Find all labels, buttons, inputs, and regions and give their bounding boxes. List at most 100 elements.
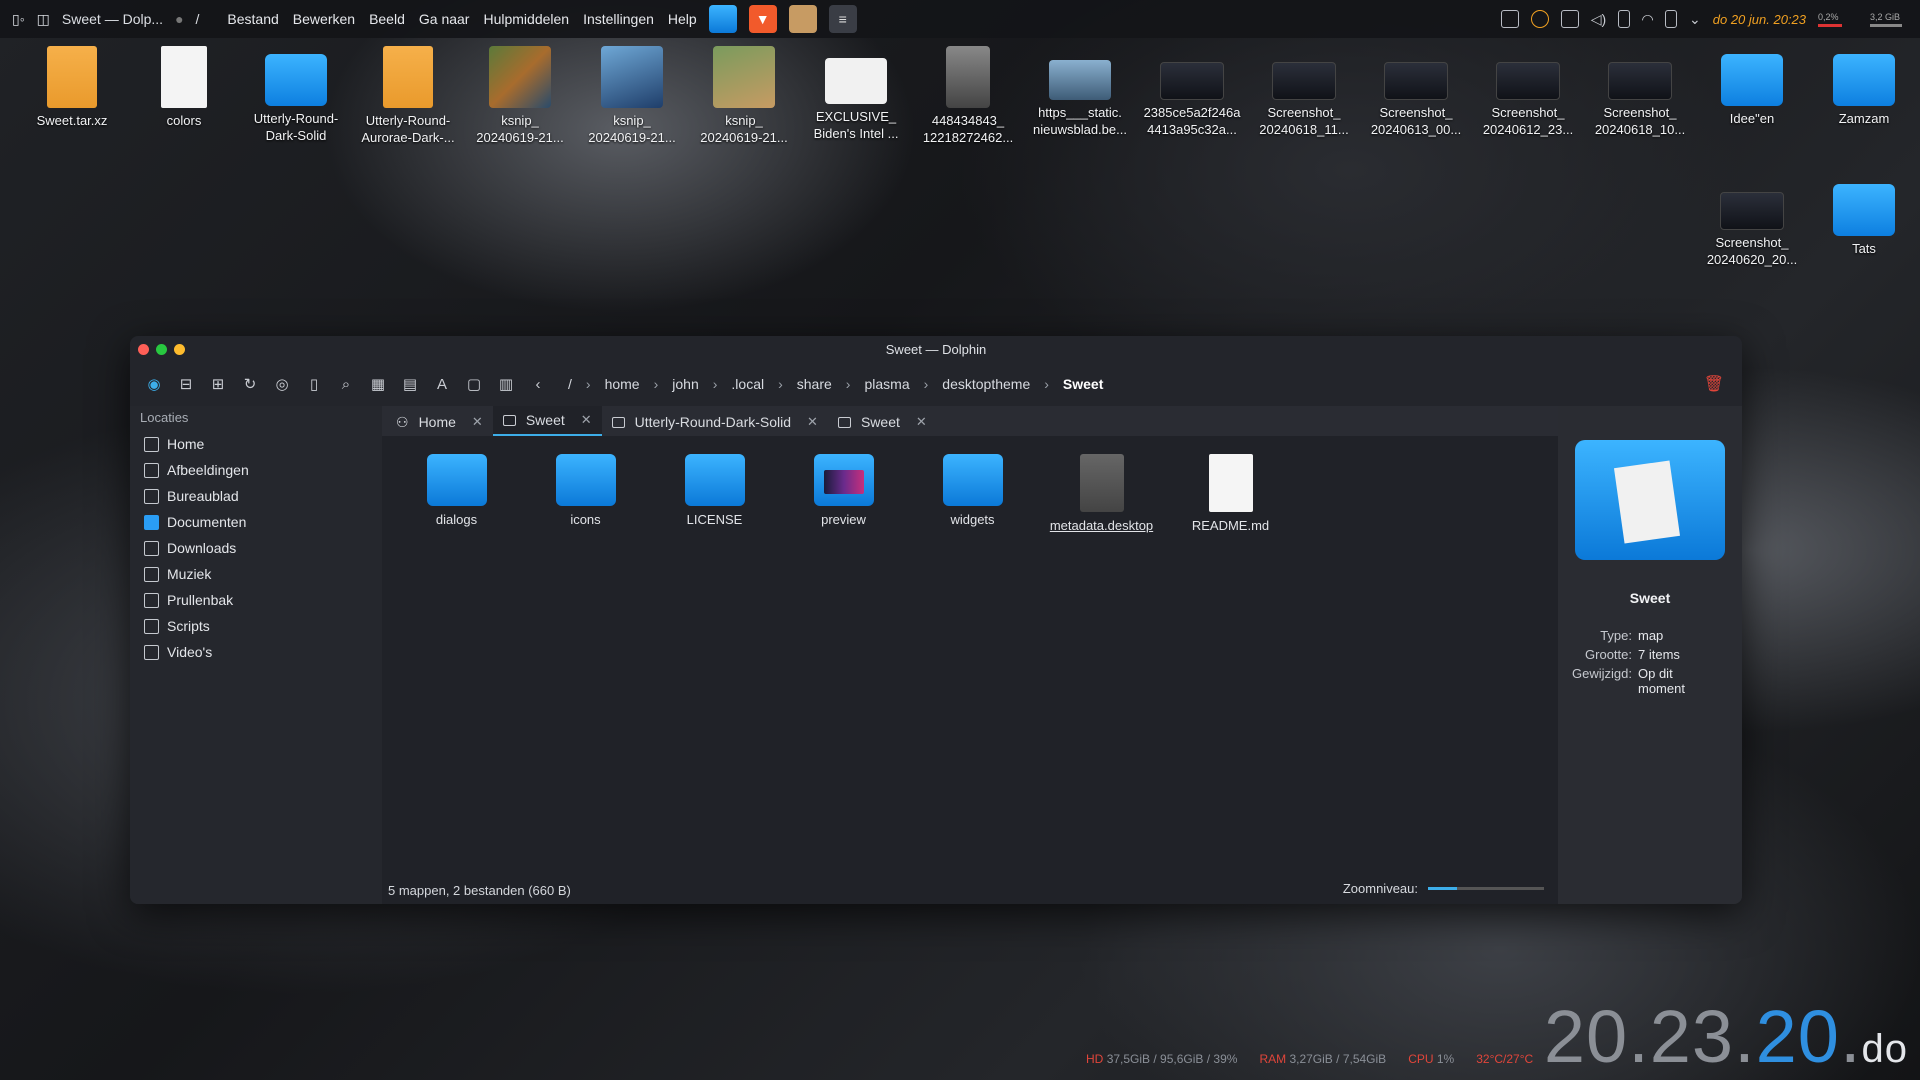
sidebar-item-documenten[interactable]: Documenten — [130, 509, 382, 535]
search-icon[interactable]: ⌕ — [336, 374, 356, 394]
zoom-slider[interactable] — [1428, 887, 1544, 890]
crumb-john[interactable]: john — [672, 376, 698, 392]
back-icon[interactable]: ‹ — [528, 374, 548, 394]
file-item-icons[interactable]: icons — [521, 454, 650, 533]
desktop-icon-item[interactable]: Screenshot_ 20240612_23... — [1472, 46, 1584, 138]
sidebar-item-afbeeldingen[interactable]: Afbeeldingen — [130, 457, 382, 483]
file-item-readme[interactable]: README.md — [1166, 454, 1295, 533]
desktop-icon-item[interactable]: Screenshot_ 20240613_00... — [1360, 46, 1472, 138]
menu-help[interactable]: Help — [668, 11, 697, 27]
menu-instellingen[interactable]: Instellingen — [583, 11, 654, 27]
desktop-icon-item[interactable]: Utterly-Round- Aurorae-Dark-... — [352, 46, 464, 146]
desktop-icon-item[interactable]: Tats — [1808, 176, 1920, 257]
tab-home[interactable]: ⚇ Home ✕ — [386, 408, 493, 436]
package-icon[interactable] — [788, 5, 817, 33]
sidebar-item-bureaublad[interactable]: Bureaublad — [130, 483, 382, 509]
chevron-down-icon[interactable]: ⌄ — [1689, 11, 1701, 28]
desktop-icon-item[interactable]: colors — [128, 46, 240, 129]
crumb-share[interactable]: share — [797, 376, 832, 392]
sidebar-item-prullenbak[interactable]: Prullenbak — [130, 587, 382, 613]
wifi-icon[interactable]: ◜◝ — [1642, 11, 1653, 28]
tab-sweet[interactable]: Sweet ✕ — [828, 408, 937, 436]
notification-icon[interactable] — [1500, 10, 1519, 28]
crumb-plasma[interactable]: plasma — [864, 376, 909, 392]
sidebar-item-videos[interactable]: Video's — [130, 639, 382, 665]
file-item-dialogs[interactable]: dialogs — [392, 454, 521, 533]
chevron-right-icon: › — [1044, 376, 1049, 392]
split-view-icon[interactable]: ⊟ — [176, 374, 196, 394]
close-tab-icon[interactable]: ✕ — [807, 414, 818, 430]
file-item-license[interactable]: LICENSE — [650, 454, 779, 533]
tab-utterly-round[interactable]: Utterly-Round-Dark-Solid ✕ — [602, 408, 828, 436]
desktop-icon-item[interactable]: https___static. nieuwsblad.be... — [1024, 46, 1136, 138]
new-file-icon[interactable]: ▢ — [464, 374, 484, 394]
desktop-icon-item[interactable]: ksnip_ 20240619-21... — [688, 46, 800, 146]
file-item-preview[interactable]: preview — [779, 454, 908, 533]
bookmark-icon[interactable]: ▯ — [304, 374, 324, 394]
window-title[interactable]: Sweet — Dolp... — [62, 11, 163, 27]
dolphin-task-icon[interactable] — [708, 5, 737, 33]
minimize-button[interactable] — [156, 344, 167, 355]
sidebar-item-muziek[interactable]: Muziek — [130, 561, 382, 587]
sidebar-item-scripts[interactable]: Scripts — [130, 613, 382, 639]
volume-icon[interactable]: ◁) — [1591, 11, 1606, 28]
sidebar-item-label: Afbeeldingen — [167, 462, 249, 478]
update-icon[interactable] — [1530, 10, 1549, 28]
new-tab-icon[interactable]: ⊞ — [208, 374, 228, 394]
maximize-button[interactable] — [174, 344, 185, 355]
dolphin-window: Sweet — Dolphin ◉ ⊟ ⊞ ↻ ◎ ▯ ⌕ ▦ ▤ A ▢ ▥ … — [130, 336, 1742, 904]
window-titlebar[interactable]: Sweet — Dolphin — [130, 336, 1742, 362]
trash-icon[interactable]: 🗑 — [1704, 374, 1724, 394]
icons-view-icon[interactable]: ▦ — [368, 374, 388, 394]
app-launcher-icon[interactable]: ▯◦ — [12, 11, 25, 28]
desktop-icon-item[interactable]: ksnip_ 20240619-21... — [576, 46, 688, 146]
menu-bestand[interactable]: Bestand — [227, 11, 278, 27]
tab-sweet-active[interactable]: Sweet ✕ — [492, 406, 602, 436]
menu-beeld[interactable]: Beeld — [369, 11, 405, 27]
crumb-home[interactable]: home — [605, 376, 640, 392]
desktop-icon-item[interactable]: Sweet.tar.xz — [16, 46, 128, 129]
menu-hulpmiddelen[interactable]: Hulpmiddelen — [483, 11, 569, 27]
close-button[interactable] — [138, 344, 149, 355]
desktop-icon-item[interactable]: Screenshot_ 20240618_11... — [1248, 46, 1360, 138]
record-dot-icon[interactable]: ● — [175, 11, 183, 27]
desktop-icon-item[interactable]: Utterly-Round- Dark-Solid — [240, 46, 352, 144]
crumb-desktoptheme[interactable]: desktoptheme — [942, 376, 1030, 392]
desktop-icon-item[interactable]: ksnip_ 20240619-21... — [464, 46, 576, 146]
cpu-mini-bar — [1818, 23, 1842, 27]
desktop-icon-item[interactable]: Zamzam — [1808, 46, 1920, 127]
screenshot-icon[interactable]: ◫ — [37, 11, 50, 28]
menu-ga-naar[interactable]: Ga naar — [419, 11, 470, 27]
places-icon[interactable]: ◉ — [144, 374, 164, 394]
desktop-icon-item[interactable]: 448434843_ 12218272462... — [912, 46, 1024, 146]
sidebar-item-home[interactable]: Home — [130, 431, 382, 457]
panel-date[interactable]: do 20 jun. 20:23 — [1713, 12, 1806, 27]
rename-icon[interactable]: A — [432, 374, 452, 394]
desktop-icon-item[interactable]: 2385ce5a2f246a 4413a95c32a... — [1136, 46, 1248, 138]
sidebar-item-downloads[interactable]: Downloads — [130, 535, 382, 561]
chevron-right-icon: › — [712, 376, 718, 392]
menu-bewerken[interactable]: Bewerken — [293, 11, 355, 27]
preview-eye-icon[interactable]: ◎ — [272, 374, 292, 394]
file-item-widgets[interactable]: widgets — [908, 454, 1037, 533]
crumb-root[interactable]: / — [568, 376, 572, 392]
battery-icon[interactable] — [1665, 10, 1678, 28]
close-tab-icon[interactable]: ✕ — [581, 412, 592, 428]
crumb-current[interactable]: Sweet — [1063, 376, 1103, 392]
details-view-icon[interactable]: ▤ — [400, 374, 420, 394]
desktop-icon-item[interactable]: EXCLUSIVE_ Biden's Intel ... — [800, 46, 912, 142]
clipboard-icon[interactable] — [1560, 10, 1579, 28]
close-tab-icon[interactable]: ✕ — [916, 414, 927, 430]
desktop-icon-item[interactable]: Idee"en — [1696, 46, 1808, 127]
reload-icon[interactable]: ↻ — [240, 374, 260, 394]
crumb-local[interactable]: .local — [731, 376, 764, 392]
delete-icon[interactable]: ▥ — [496, 374, 516, 394]
path-separator: / — [195, 11, 200, 27]
file-item-metadata[interactable]: metadata.desktop — [1037, 454, 1166, 533]
desktop-icon-item[interactable]: Screenshot_ 20240620_20... — [1696, 176, 1808, 268]
brave-browser-icon[interactable]: ▼ — [748, 5, 777, 33]
desktop-icon-item[interactable]: Screenshot_ 20240618_10... — [1584, 46, 1696, 138]
settings-sliders-icon[interactable]: ≡ — [828, 5, 857, 33]
phone-icon[interactable] — [1618, 10, 1631, 28]
close-tab-icon[interactable]: ✕ — [472, 414, 483, 430]
